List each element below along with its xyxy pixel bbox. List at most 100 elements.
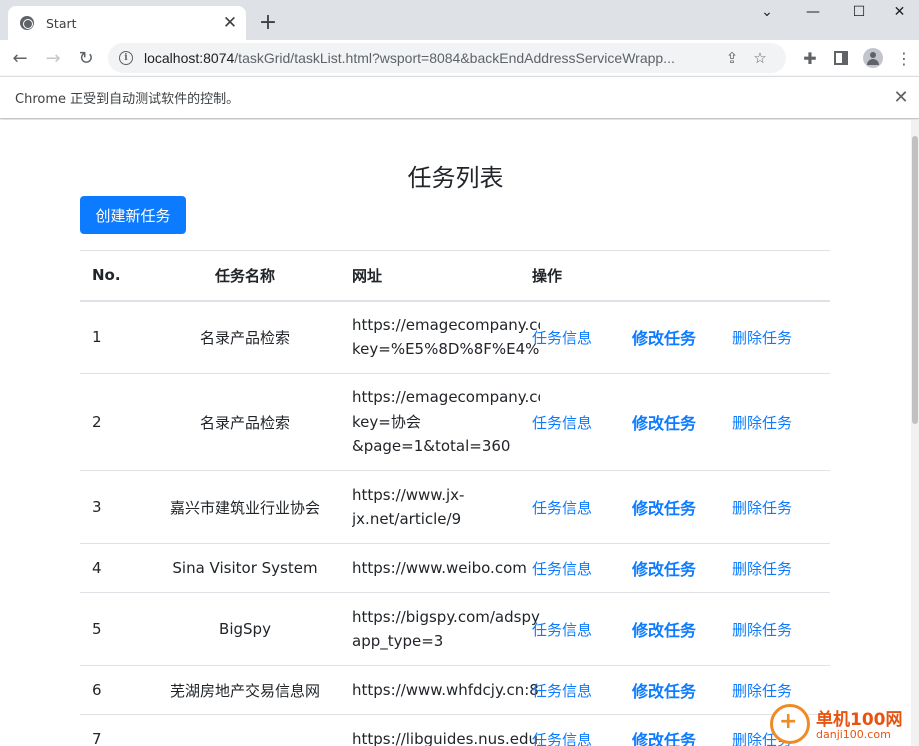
- table-cell: 嘉兴市建筑业行业协会: [150, 470, 340, 544]
- minimize-button[interactable]: —: [790, 0, 836, 24]
- row-number: 1: [92, 328, 102, 347]
- table-cell: 任务信息: [532, 300, 632, 374]
- tab-search-icon[interactable]: ⌄: [744, 0, 790, 24]
- delete-task-link[interactable]: 删除任务: [732, 414, 792, 432]
- table-row: 7 https://libguides.nus.edu.sg 任务信息 修改任务 删除任…: [80, 714, 830, 746]
- table-cell: 1: [80, 300, 150, 374]
- address-bar[interactable]: i localhost:8074/taskGrid/taskList.html?…: [108, 43, 786, 73]
- globe-icon: [20, 16, 34, 30]
- task-table: No. 任务名称 网址 操作 1 名录产品检索 https://emagecompa…: [80, 250, 830, 746]
- row-url: https://bigspy.com/adspy/ app_type=3: [352, 607, 540, 651]
- table-cell: 删除任务: [732, 300, 830, 374]
- table-cell: 任务信息: [532, 592, 632, 666]
- task-info-link[interactable]: 任务信息: [532, 329, 592, 347]
- delete-task-link[interactable]: 删除任务: [732, 499, 792, 517]
- browser-tab[interactable]: Start ✕: [8, 6, 246, 40]
- table-row: 3 嘉兴市建筑业行业协会 https://www.jx- jx.net/articl…: [80, 470, 830, 544]
- row-task-name: 嘉兴市建筑业行业协会: [169, 498, 320, 517]
- watermark-logo-icon: [770, 704, 810, 744]
- row-url: https://emagecompany.com key=协会 &page=1&…: [352, 388, 540, 456]
- share-icon[interactable]: ⇪: [718, 44, 746, 72]
- maximize-button[interactable]: ☐: [836, 0, 882, 24]
- table-row: 1 名录产品检索 https://emagecompany.com key=%E5%…: [80, 300, 830, 374]
- menu-kebab-icon[interactable]: ⋮: [889, 43, 919, 73]
- browser-toolbar: ← → ↻ i localhost:8074/taskGrid/taskList…: [0, 40, 919, 76]
- forward-button[interactable]: →: [38, 43, 68, 73]
- task-info-link[interactable]: 任务信息: [532, 560, 592, 578]
- row-url: https://www.jx- jx.net/article/9: [352, 485, 465, 529]
- table-cell: 3: [80, 470, 150, 544]
- table-cell: 6: [80, 665, 150, 715]
- table-cell: https://www.weibo.com: [340, 543, 532, 593]
- task-info-link[interactable]: 任务信息: [532, 499, 592, 517]
- tab-close-icon[interactable]: ✕: [218, 11, 242, 35]
- table-cell: [150, 714, 340, 746]
- avatar-icon: [863, 48, 883, 68]
- profile-button[interactable]: [858, 43, 888, 73]
- delete-task-link[interactable]: 删除任务: [732, 329, 792, 347]
- table-cell: https://www.jx- jx.net/article/9: [340, 470, 532, 544]
- table-cell: 修改任务: [632, 543, 732, 593]
- table-cell: 删除任务: [732, 373, 830, 471]
- vertical-scrollbar[interactable]: [911, 120, 919, 746]
- row-url: https://libguides.nus.edu.sg: [352, 729, 540, 746]
- side-panel-button[interactable]: [826, 43, 856, 73]
- table-header-row: No. 任务名称 网址 操作: [80, 250, 830, 302]
- task-info-link[interactable]: 任务信息: [532, 621, 592, 639]
- infobar-close-icon[interactable]: ✕: [889, 86, 913, 110]
- row-task-name: BigSpy: [219, 620, 271, 638]
- table-cell: 修改任务: [632, 714, 732, 746]
- create-task-button[interactable]: 创建新任务: [80, 196, 186, 234]
- edit-task-link[interactable]: 修改任务: [632, 560, 696, 579]
- close-window-button[interactable]: ✕: [880, 0, 919, 24]
- url-text[interactable]: localhost:8074/taskGrid/taskList.html?ws…: [144, 50, 718, 66]
- row-task-name: Sina Visitor System: [172, 559, 318, 577]
- table-row: 4 Sina Visitor System https://www.weibo.co…: [80, 543, 830, 593]
- edit-task-link[interactable]: 修改任务: [632, 329, 696, 348]
- table-cell: https://www.whfdcjy.cn:806: [340, 665, 540, 715]
- header-empty: [732, 250, 830, 302]
- header-url: 网址: [340, 250, 532, 302]
- edit-task-link[interactable]: 修改任务: [632, 731, 696, 746]
- table-cell: https://bigspy.com/adspy/ app_type=3: [340, 592, 540, 666]
- task-info-link[interactable]: 任务信息: [532, 682, 592, 700]
- task-info-link[interactable]: 任务信息: [532, 731, 592, 746]
- delete-task-link[interactable]: 删除任务: [732, 560, 792, 578]
- table-cell: 任务信息: [532, 373, 632, 471]
- watermark-text: 单机100网: [816, 710, 903, 730]
- header-no: No.: [80, 250, 150, 302]
- edit-task-link[interactable]: 修改任务: [632, 414, 696, 433]
- reload-button[interactable]: ↻: [71, 43, 101, 73]
- table-cell: BigSpy: [150, 592, 340, 666]
- task-info-link[interactable]: 任务信息: [532, 414, 592, 432]
- page-viewport: 任务列表 创建新任务 No. 任务名称 网址 操作 1 名录产品检索 https:/…: [0, 120, 911, 746]
- table-cell: 4: [80, 543, 150, 593]
- table-cell: 芜湖房地产交易信息网: [150, 665, 340, 715]
- watermark: 单机100网 danji100.com: [770, 704, 919, 746]
- row-url: https://www.whfdcjy.cn:806: [352, 680, 540, 699]
- table-cell: 删除任务: [732, 470, 830, 544]
- row-number: 6: [92, 681, 102, 699]
- row-number: 5: [92, 620, 102, 638]
- automation-infobar: Chrome 正受到自动测试软件的控制。 ✕: [0, 76, 919, 119]
- site-info-icon[interactable]: i: [119, 51, 133, 65]
- delete-task-link[interactable]: 删除任务: [732, 621, 792, 639]
- row-number: 2: [92, 413, 102, 431]
- delete-task-link[interactable]: 删除任务: [732, 682, 792, 700]
- edit-task-link[interactable]: 修改任务: [632, 621, 696, 640]
- automation-notice: Chrome 正受到自动测试软件的控制。: [15, 92, 240, 107]
- row-number: 4: [92, 559, 102, 577]
- header-name: 任务名称: [150, 250, 340, 302]
- extensions-puzzle-icon[interactable]: ✚: [795, 43, 825, 73]
- bookmark-star-icon[interactable]: ☆: [746, 44, 774, 72]
- table-cell: https://emagecompany.com key=%E5%8D%8F%E…: [340, 300, 540, 374]
- new-tab-button[interactable]: +: [254, 8, 282, 36]
- browser-titlebar: Start ✕ + ⌄ — ☐ ✕: [0, 0, 919, 40]
- scrollbar-thumb[interactable]: [912, 136, 918, 424]
- edit-task-link[interactable]: 修改任务: [632, 499, 696, 518]
- back-button[interactable]: ←: [5, 43, 35, 73]
- table-row: 2 名录产品检索 https://emagecompany.com key=协会 &…: [80, 373, 830, 471]
- table-cell: 任务信息: [532, 543, 632, 593]
- edit-task-link[interactable]: 修改任务: [632, 682, 696, 701]
- table-cell: 任务信息: [532, 714, 632, 746]
